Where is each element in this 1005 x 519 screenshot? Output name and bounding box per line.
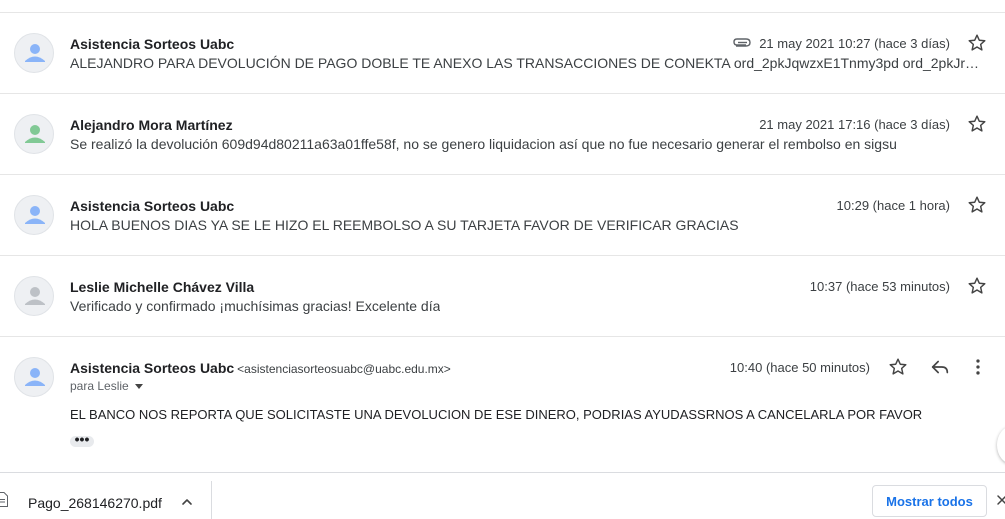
download-file-name[interactable]: Pago_268146270.pdf — [28, 495, 162, 511]
avatar — [14, 276, 54, 316]
avatar — [14, 195, 54, 235]
sender-name: Asistencia Sorteos Uabc — [70, 36, 235, 52]
reply-icon[interactable] — [929, 356, 951, 378]
star-icon[interactable] — [966, 32, 988, 54]
more-vertical-icon[interactable] — [967, 356, 989, 378]
sender-name: Asistencia Sorteos Uabc — [70, 360, 235, 376]
pdf-file-icon — [0, 492, 8, 507]
avatar — [14, 33, 54, 73]
avatar — [14, 114, 54, 154]
message-body: EL BANCO NOS REPORTA QUE SOLICITASTE UNA… — [70, 407, 923, 422]
caret-down-icon — [134, 383, 143, 389]
ellipsis-label: ••• — [74, 430, 90, 447]
collapsed-message[interactable]: Asistencia Sorteos Uabc HOLA BUENOS DIAS… — [0, 175, 1005, 256]
sender-header: Asistencia Sorteos Uabc <asistenciasorteo… — [70, 360, 451, 376]
sender-email: <asistenciasorteosuabc@uabc.edu.mx> — [237, 362, 451, 376]
message-date: 10:40 (hace 50 minutos) — [729, 360, 870, 375]
message-snippet: Verificado y confirmado ¡muchísimas grac… — [70, 298, 441, 314]
collapsed-message[interactable]: Alejandro Mora Martínez Se realizó la de… — [0, 94, 1005, 175]
show-trimmed-content-button[interactable]: ••• — [70, 430, 94, 447]
divider — [211, 481, 212, 519]
avatar — [14, 357, 54, 397]
message-snippet: Se realizó la devolución 609d94d80211a63… — [70, 136, 897, 152]
recipients-toggle[interactable]: para Leslie — [70, 379, 143, 393]
sender-name: Alejandro Mora Martínez — [70, 117, 233, 133]
collapsed-message[interactable]: Leslie Michelle Chávez Villa Verificado … — [0, 256, 1005, 337]
close-icon[interactable] — [996, 493, 1005, 507]
message-date: 21 may 2021 17:16 (hace 3 días) — [759, 117, 950, 132]
star-icon[interactable] — [966, 275, 988, 297]
collapsed-message[interactable]: Asistencia Sorteos Uabc ALEJANDRO PARA D… — [0, 13, 1005, 94]
message-snippet: HOLA BUENOS DIAS YA SE LE HIZO EL REEMBO… — [70, 217, 739, 233]
star-icon[interactable] — [887, 356, 909, 378]
sender-name: Leslie Michelle Chávez Villa — [70, 279, 255, 295]
message-snippet: ALEJANDRO PARA DEVOLUCIÓN DE PAGO DOBLE … — [70, 55, 982, 71]
star-icon[interactable] — [966, 194, 988, 216]
paperclip-icon — [733, 37, 751, 47]
show-all-downloads-button[interactable]: Mostrar todos — [872, 485, 987, 517]
download-bar: Pago_268146270.pdf Mostrar todos — [0, 472, 1005, 519]
star-icon[interactable] — [966, 113, 988, 135]
sender-name: Asistencia Sorteos Uabc — [70, 198, 235, 214]
email-thread: Asistencia Sorteos Uabc ALEJANDRO PARA D… — [0, 0, 1005, 472]
message-date: 21 may 2021 10:27 (hace 3 días) — [759, 36, 950, 51]
expanded-message: Asistencia Sorteos Uabc <asistenciasorteo… — [0, 337, 1005, 472]
recipients-label: para Leslie — [70, 379, 129, 393]
chevron-up-icon[interactable] — [180, 495, 194, 509]
message-date-area: 21 may 2021 10:27 (hace 3 días) — [733, 36, 950, 51]
message-date: 10:29 (hace 1 hora) — [836, 198, 950, 213]
message-date: 10:37 (hace 53 minutos) — [809, 279, 950, 294]
